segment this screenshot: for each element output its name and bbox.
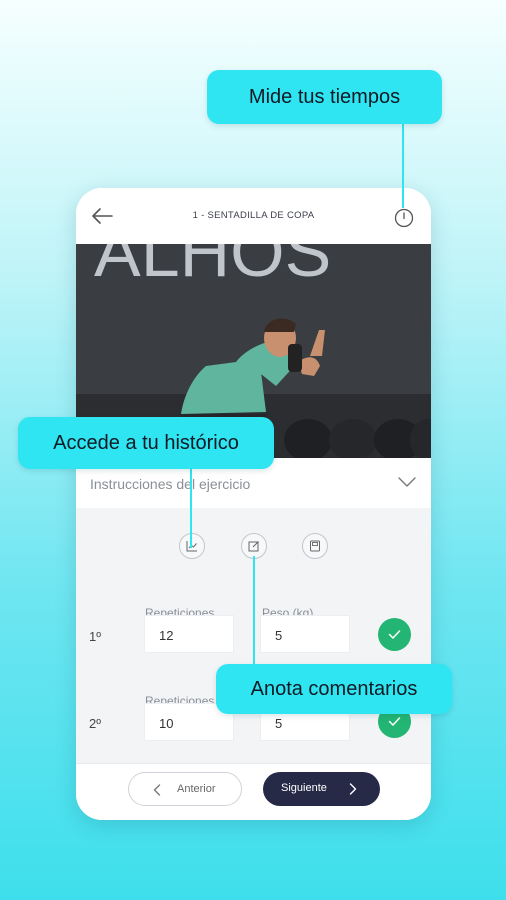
- save-button[interactable]: [302, 533, 328, 559]
- back-arrow-icon[interactable]: [90, 206, 114, 226]
- chart-icon: [186, 541, 197, 552]
- reps-input[interactable]: 12: [144, 615, 234, 653]
- edit-icon: [248, 541, 259, 552]
- complete-set-button[interactable]: [378, 618, 411, 651]
- history-connector: [190, 468, 192, 548]
- set-label: 2º: [89, 716, 101, 731]
- top-bar: 1 - SENTADILLA DE COPA: [76, 188, 431, 244]
- previous-label: Anterior: [177, 783, 216, 795]
- notes-connector: [253, 556, 255, 664]
- instructions-label: Instrucciones del ejercicio: [90, 476, 251, 492]
- chevron-down-icon: [398, 477, 416, 487]
- previous-button[interactable]: Anterior: [128, 772, 242, 806]
- timer-icon[interactable]: [394, 208, 414, 228]
- next-button[interactable]: Siguiente: [263, 772, 380, 806]
- history-button[interactable]: [179, 533, 205, 559]
- timer-connector: [402, 124, 404, 208]
- next-label: Siguiente: [281, 782, 327, 794]
- exercise-title: 1 - SENTADILLA DE COPA: [192, 210, 315, 221]
- check-icon: [388, 630, 401, 639]
- wall-text: ALHOS: [94, 244, 331, 291]
- set-label: 1º: [89, 629, 101, 644]
- chevron-right-icon: [349, 783, 357, 795]
- weight-input[interactable]: 5: [260, 615, 350, 653]
- chevron-left-icon: [153, 784, 161, 796]
- timer-callout: Mide tus tiempos: [207, 70, 442, 124]
- notes-callout: Anota comentarios: [216, 664, 452, 714]
- check-icon: [388, 717, 401, 726]
- phone-screen: 1 - SENTADILLA DE COPA ALHOS Instruccion…: [76, 188, 431, 820]
- history-callout: Accede a tu histórico: [18, 417, 274, 469]
- bottom-nav: Anterior Siguiente: [76, 763, 431, 820]
- save-icon: [310, 540, 320, 552]
